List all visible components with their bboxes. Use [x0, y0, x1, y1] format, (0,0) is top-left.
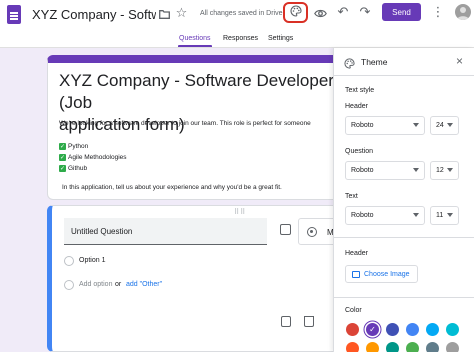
color-swatch[interactable] [446, 323, 459, 336]
color-swatch[interactable] [426, 342, 439, 352]
dropdown-arrow-icon [447, 168, 453, 172]
color-heading: Color [345, 307, 362, 314]
header-image-heading: Header [345, 250, 368, 257]
skill-item: ✓ Python [59, 143, 89, 150]
theme-panel-header: Theme × [334, 48, 474, 76]
delete-icon[interactable] [304, 316, 314, 327]
save-status: All changes saved in Drive [200, 10, 283, 17]
palette-icon [290, 4, 302, 22]
option-radio [64, 256, 74, 266]
dropdown-arrow-icon [447, 213, 453, 217]
radio-icon [307, 227, 317, 237]
theme-panel-title: Theme [361, 57, 388, 67]
star-icon[interactable]: ☆ [175, 6, 188, 21]
option-1-label[interactable]: Option 1 [79, 257, 105, 264]
forms-icon[interactable] [7, 5, 21, 24]
form-title-input[interactable]: XYZ Company - Software Developer (Job ap… [32, 7, 156, 22]
tab-questions[interactable]: Questions [179, 35, 211, 42]
header-font-select[interactable]: Roboto [345, 116, 425, 135]
color-swatch[interactable] [406, 342, 419, 352]
tab-settings[interactable]: Settings [268, 35, 293, 42]
copy-icon[interactable] [281, 316, 291, 327]
question-card[interactable]: ⠿⠿ Untitled Question Multiple choice Opt… [47, 205, 347, 352]
dropdown-arrow-icon [413, 213, 419, 217]
color-swatch[interactable] [446, 342, 459, 352]
divider [334, 297, 474, 298]
text-style-heading: Text style [345, 87, 375, 94]
image-icon[interactable] [280, 224, 291, 235]
check-icon: ✓ [59, 154, 66, 161]
add-other-link[interactable]: add "Other" [126, 281, 162, 288]
color-swatch[interactable] [346, 342, 359, 352]
question-font-select[interactable]: Roboto [345, 161, 425, 180]
top-bar: XYZ Company - Software Developer (Job ap… [0, 0, 474, 30]
form-description[interactable]: We're looking for a software developer t… [59, 120, 311, 127]
question-title-input[interactable]: Untitled Question [64, 218, 267, 245]
undo-icon[interactable]: ↶ [337, 5, 349, 20]
text-font-select[interactable]: Roboto [345, 206, 425, 225]
text-size-select[interactable]: 11 [430, 206, 459, 225]
palette-icon [344, 56, 355, 74]
image-icon [352, 271, 360, 278]
question-font-label: Question [345, 148, 374, 155]
color-swatch[interactable]: ✓ [366, 323, 379, 336]
text-font-label: Text [345, 193, 358, 200]
check-icon: ✓ [59, 143, 66, 150]
color-swatch[interactable] [426, 323, 439, 336]
form-closing-text: In this application, tell us about your … [62, 184, 282, 191]
color-swatch[interactable] [346, 323, 359, 336]
dropdown-arrow-icon [447, 123, 453, 127]
divider [334, 237, 474, 238]
header-font-label: Header [345, 103, 368, 110]
color-swatch[interactable] [406, 323, 419, 336]
drag-handle-icon[interactable]: ⠿⠿ [234, 208, 246, 216]
more-icon[interactable]: ⋮ [432, 5, 445, 20]
redo-icon[interactable]: ↷ [359, 5, 371, 20]
avatar[interactable] [455, 4, 471, 20]
add-option-radio [64, 280, 74, 290]
question-size-select[interactable]: 12 [430, 161, 459, 180]
color-swatch[interactable] [366, 342, 379, 352]
theme-panel: Theme × Text style Header Roboto 24 Ques… [333, 48, 474, 352]
dropdown-arrow-icon [413, 123, 419, 127]
color-swatch[interactable] [386, 342, 399, 352]
choose-image-button[interactable]: Choose Image [345, 265, 418, 283]
or-text: or [115, 281, 122, 288]
color-swatch[interactable] [386, 323, 399, 336]
tab-bar: Questions Responses Settings [0, 30, 474, 48]
header-size-select[interactable]: 24 [430, 116, 459, 135]
dropdown-arrow-icon [413, 168, 419, 172]
active-tab-indicator [178, 45, 212, 47]
skill-item: ✓ Github [59, 165, 88, 172]
send-button[interactable]: Send [382, 3, 421, 21]
customize-theme-button[interactable] [283, 2, 308, 23]
preview-icon[interactable] [313, 7, 327, 19]
add-option-link[interactable]: Add option [79, 281, 112, 288]
tab-responses[interactable]: Responses [223, 35, 258, 42]
check-icon: ✓ [59, 165, 66, 172]
folder-icon[interactable] [158, 8, 170, 20]
skill-item: ✓ Agile Methodologies [59, 154, 127, 161]
close-icon[interactable]: × [456, 54, 463, 68]
form-header-card: XYZ Company - Software Developer (Job ap… [47, 55, 347, 200]
